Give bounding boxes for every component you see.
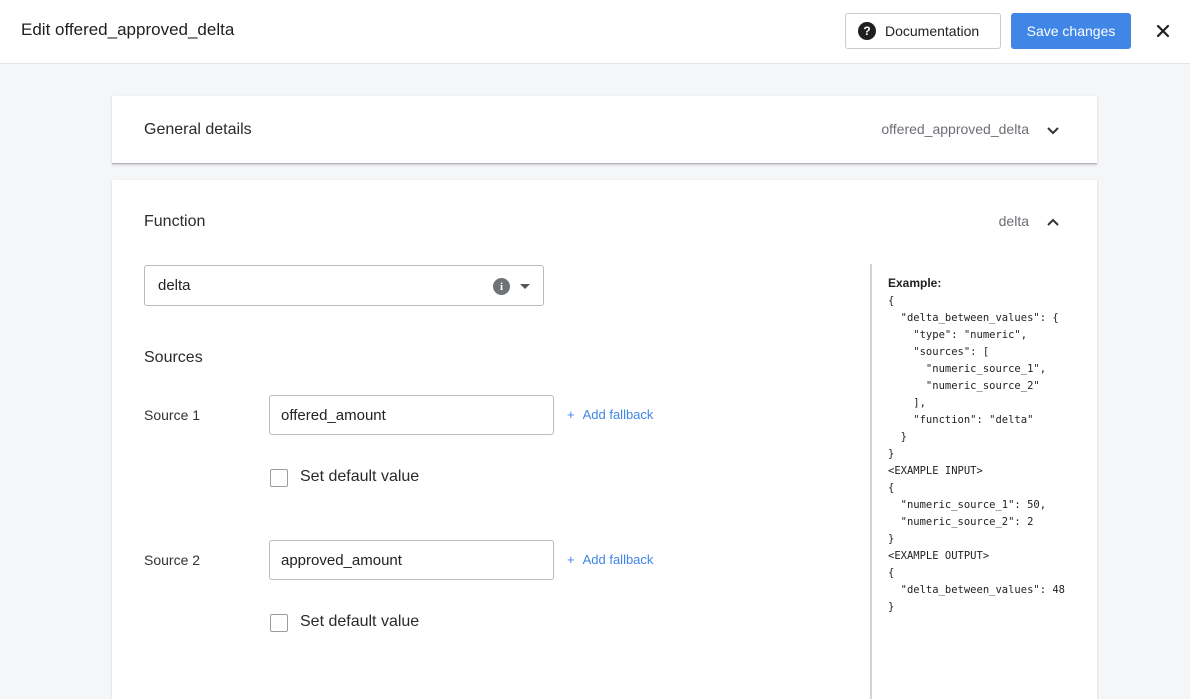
documentation-button[interactable]: ? Documentation [845, 13, 1001, 49]
source-1-add-fallback[interactable]: + Add fallback [567, 407, 653, 422]
plus-icon: + [567, 552, 575, 567]
source-2-add-fallback[interactable]: + Add fallback [567, 552, 653, 567]
close-icon[interactable] [1152, 20, 1174, 42]
function-summary: delta [998, 213, 1029, 229]
general-details-card[interactable]: General details offered_approved_delta [112, 96, 1097, 164]
source-2-default-checkbox[interactable] [270, 614, 288, 632]
sources-title: Sources [144, 349, 203, 366]
source-2-default-label: Set default value [300, 613, 420, 630]
example-title: Example: [888, 276, 942, 290]
example-code: { "delta_between_values": { "type": "num… [888, 295, 1066, 613]
caret-down-icon[interactable] [520, 284, 530, 289]
panel-divider [870, 264, 872, 699]
general-details-summary: offered_approved_delta [881, 121, 1029, 137]
page-title: Edit offered_approved_delta [21, 20, 235, 39]
source-2-label: Source 2 [144, 552, 201, 568]
function-select-value: delta [158, 277, 191, 294]
source-2-input[interactable] [269, 540, 554, 580]
source-1-default-label: Set default value [300, 468, 420, 485]
add-fallback-label: Add fallback [582, 552, 654, 567]
function-title: Function [144, 213, 206, 230]
function-card: Function delta delta i Sources Source 1 … [112, 180, 1097, 699]
chevron-up-icon[interactable] [1045, 214, 1061, 230]
save-changes-button[interactable]: Save changes [1011, 13, 1131, 49]
chevron-down-icon[interactable] [1045, 122, 1061, 138]
question-circle-icon: ? [858, 22, 876, 40]
general-details-title: General details [144, 121, 252, 138]
top-bar: Edit offered_approved_delta ? Documentat… [0, 0, 1190, 64]
add-fallback-label: Add fallback [582, 407, 654, 422]
documentation-label: Documentation [885, 23, 980, 39]
source-1-input[interactable] [269, 395, 554, 435]
info-icon[interactable]: i [493, 278, 510, 295]
plus-icon: + [567, 407, 575, 422]
function-select[interactable]: delta i [144, 265, 544, 306]
source-1-default-checkbox[interactable] [270, 469, 288, 487]
source-1-label: Source 1 [144, 407, 201, 423]
